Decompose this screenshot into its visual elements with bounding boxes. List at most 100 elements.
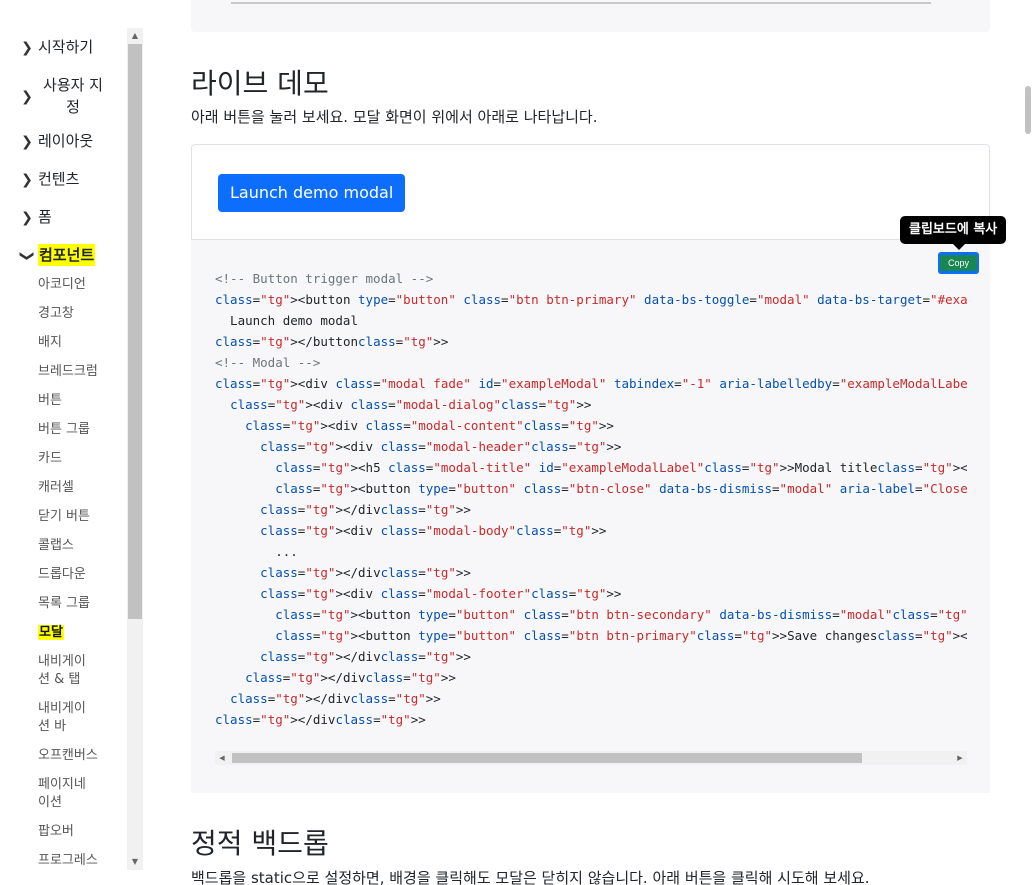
sidebar-group-customize[interactable]: ❯ 사용자 지정 [0, 74, 126, 118]
code-line: <!-- Modal --> [215, 355, 321, 370]
sidebar-item-1[interactable]: 경고창 [0, 305, 126, 323]
window-scrollbar-thumb[interactable] [1025, 86, 1031, 134]
code-line: class="tg"></divclass="tg">> [245, 670, 456, 685]
code-horizontal-scrollbar[interactable]: ◀ ▶ [215, 751, 967, 765]
sidebar-item-13[interactable]: 내비게이션 & 탭 [0, 653, 90, 689]
code-line: class="tg"><h5 class="modal-title" id="e… [275, 460, 967, 475]
live-demo-example: Launch demo modal [191, 144, 990, 240]
sidebar-item-label: 배지 [38, 335, 62, 350]
sidebar-item-16[interactable]: 페이지네이션 [0, 776, 90, 812]
code-line: <!-- Button trigger modal --> [215, 271, 434, 286]
sidebar-item-label: 콜랩스 [38, 538, 74, 553]
chevron-right-icon: ❯ [21, 134, 33, 150]
sidebar-item-3[interactable]: 브레드크럼 [0, 363, 126, 381]
sidebar-item-label: 프로그레스 [38, 853, 98, 868]
code-line: class="tg"><div class="modal fade" id="e… [215, 376, 967, 391]
code-block: <!-- Button trigger modal --> class="tg">… [215, 268, 967, 730]
sidebar-item-label: 모달 [38, 625, 64, 640]
scroll-up-icon[interactable]: ▲ [127, 28, 143, 44]
sidebar-item-label: 경고창 [38, 306, 74, 321]
code-line: class="tg"><div class="modal-footer"clas… [260, 586, 622, 601]
sidebar-group-content[interactable]: ❯ 컨텐츠 [0, 168, 126, 192]
code-line: class="tg"></divclass="tg">> [260, 565, 471, 580]
sidebar-item-10[interactable]: 드롭다운 [0, 566, 126, 584]
sidebar-item-15[interactable]: 오프캔버스 [0, 747, 126, 765]
sidebar-item-label: 페이지네이션 [38, 777, 86, 810]
chevron-right-icon: ❯ [21, 210, 33, 226]
page: ❯ 시작하기 ❯ 사용자 지정 ❯ 레이아웃 ❯ 컨텐츠 ❯ 폼 ❯ 컴포넌트 … [0, 0, 1032, 885]
sidebar-component-list: 아코디언경고창배지브레드크럼버튼버튼 그룹카드캐러셀닫기 버튼콜랩스드롭다운목록… [0, 276, 126, 870]
code-line: class="tg"><div class="modal-header"clas… [260, 439, 622, 454]
code-line: class="tg"></divclass="tg">> [215, 712, 426, 727]
sidebar: ❯ 시작하기 ❯ 사용자 지정 ❯ 레이아웃 ❯ 컨텐츠 ❯ 폼 ❯ 컴포넌트 … [0, 0, 143, 885]
previous-code-snippet [191, 0, 990, 32]
copy-button[interactable]: Copy [938, 252, 979, 274]
code-line: class="tg"><button type="button" class="… [275, 607, 967, 622]
scroll-down-icon[interactable]: ▼ [127, 854, 143, 870]
sidebar-item-label: 브레드크럼 [38, 364, 98, 379]
launch-demo-modal-button[interactable]: Launch demo modal [218, 174, 406, 212]
chevron-down-icon: ❯ [19, 250, 35, 262]
code-line: class="tg"></divclass="tg">> [230, 691, 441, 706]
sidebar-item-4[interactable]: 버튼 [0, 392, 126, 410]
sidebar-item-label: 팝오버 [38, 824, 74, 839]
sidebar-item-9[interactable]: 콜랩스 [0, 537, 126, 555]
main-content: 라이브 데모 아래 버튼을 눌러 보세요. 모달 화면이 위에서 아래로 나타납… [143, 0, 1013, 885]
sidebar-item-label: 내비게이션 & 탭 [38, 654, 86, 687]
sidebar-scrollbar[interactable]: ▲ ▼ [127, 28, 143, 870]
code-line: class="tg"><div class="modal-dialog"clas… [230, 397, 592, 412]
sidebar-item-label: 목록 그룹 [38, 596, 90, 611]
chevron-right-icon: ❯ [21, 89, 33, 105]
sidebar-nav: ❯ 시작하기 ❯ 사용자 지정 ❯ 레이아웃 ❯ 컨텐츠 ❯ 폼 ❯ 컴포넌트 … [0, 28, 126, 870]
sidebar-item-2[interactable]: 배지 [0, 334, 126, 352]
sidebar-item-label: 드롭다운 [38, 567, 86, 582]
section-heading-static-backdrop: 정적 백드롭 [191, 827, 329, 860]
scrollbar-remnant [231, 2, 931, 4]
window-scrollbar[interactable] [1013, 0, 1032, 885]
code-scrollbar-thumb[interactable] [232, 753, 862, 763]
sidebar-group-forms[interactable]: ❯ 폼 [0, 206, 126, 230]
code-line: class="tg"></divclass="tg">> [260, 649, 471, 664]
sidebar-item-12[interactable]: 모달 [0, 624, 126, 642]
scroll-left-icon[interactable]: ◀ [215, 751, 229, 765]
code-line: Launch demo modal [215, 313, 358, 328]
code-line: class="tg"><div class="modal-body"class=… [260, 523, 607, 538]
sidebar-item-label: 버튼 [38, 393, 62, 408]
code-snippet: <!-- Button trigger modal --> class="tg">… [191, 240, 990, 793]
sidebar-item-5[interactable]: 버튼 그룹 [0, 421, 126, 439]
sidebar-item-7[interactable]: 캐러셀 [0, 479, 126, 497]
copy-button-label: Copy [940, 255, 977, 271]
section-heading-live-demo: 라이브 데모 [191, 67, 329, 100]
sidebar-item-label: 오프캔버스 [38, 748, 98, 763]
sidebar-item-14[interactable]: 내비게이션 바 [0, 700, 90, 736]
sidebar-item-label: 닫기 버튼 [38, 509, 90, 524]
sidebar-item-6[interactable]: 카드 [0, 450, 126, 468]
live-demo-description: 아래 버튼을 눌러 보세요. 모달 화면이 위에서 아래로 나타납니다. [191, 108, 598, 126]
copy-tooltip: 클립보드에 복사 [900, 216, 1007, 250]
sidebar-item-0[interactable]: 아코디언 [0, 276, 126, 294]
sidebar-item-17[interactable]: 팝오버 [0, 823, 126, 841]
sidebar-item-8[interactable]: 닫기 버튼 [0, 508, 126, 526]
sidebar-item-label: 내비게이션 바 [38, 701, 86, 734]
sidebar-item-label: 버튼 그룹 [38, 422, 90, 437]
scroll-right-icon[interactable]: ▶ [953, 751, 967, 765]
code-line: class="tg"><button type="button" class="… [275, 628, 967, 643]
code-line: class="tg"></divclass="tg">> [260, 502, 471, 517]
chevron-right-icon: ❯ [21, 40, 33, 56]
code-line: class="tg"><button type="button" class="… [275, 481, 967, 496]
code-line: class="tg"><div class="modal-content"cla… [245, 418, 614, 433]
sidebar-item-label: 아코디언 [38, 277, 86, 292]
code-line: class="tg"></buttonclass="tg">> [215, 334, 449, 349]
sidebar-item-label: 카드 [38, 451, 62, 466]
sidebar-item-11[interactable]: 목록 그룹 [0, 595, 126, 613]
sidebar-group-getting-started[interactable]: ❯ 시작하기 [0, 36, 126, 60]
sidebar-group-layout[interactable]: ❯ 레이아웃 [0, 130, 126, 154]
chevron-right-icon: ❯ [21, 172, 33, 188]
code-line: class="tg"><button type="button" class="… [215, 292, 967, 307]
code-line: ... [215, 544, 298, 559]
sidebar-scrollbar-thumb[interactable] [128, 44, 142, 619]
static-backdrop-description: 백드롭을 static으로 설정하면, 배경을 클릭해도 모달은 닫히지 않습니… [191, 869, 870, 885]
sidebar-item-label: 캐러셀 [38, 480, 74, 495]
sidebar-group-components[interactable]: ❯ 컴포넌트 [0, 244, 126, 268]
sidebar-item-18[interactable]: 프로그레스 [0, 852, 126, 870]
